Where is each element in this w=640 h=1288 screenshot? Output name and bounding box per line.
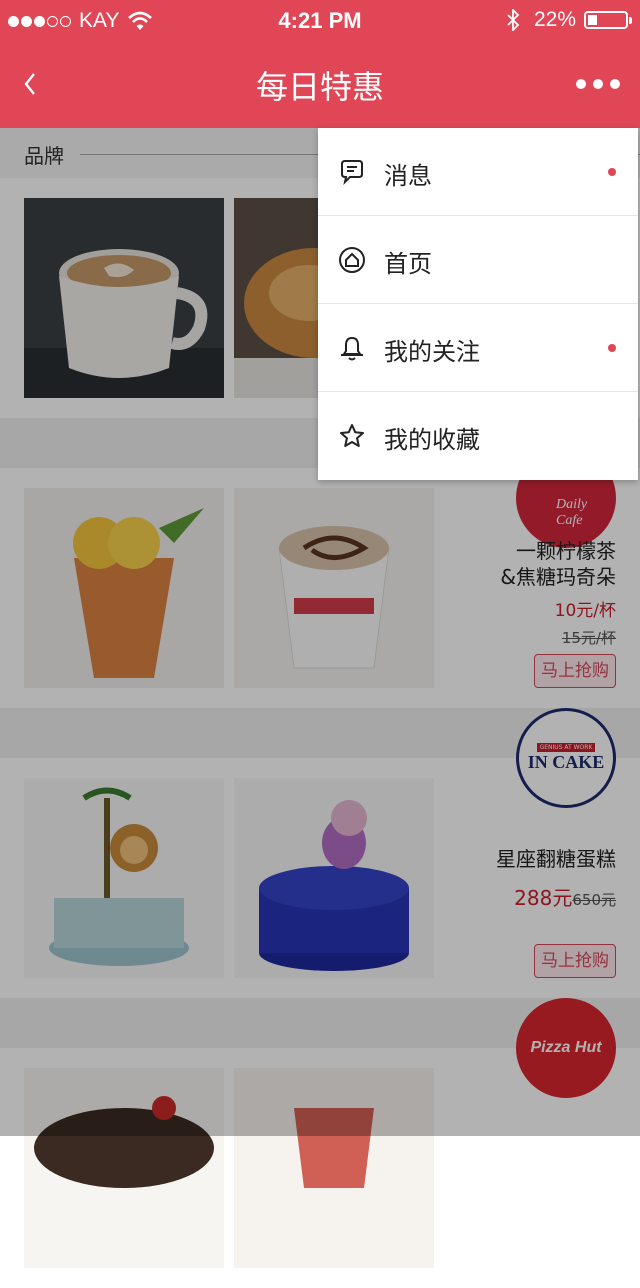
battery-percent: 22%: [533, 8, 576, 31]
nav-bar: 每日特惠: [0, 40, 640, 128]
battery-icon: [584, 11, 632, 29]
menu-item-label: 我的收藏: [384, 426, 480, 454]
menu-item-label: 消息: [384, 162, 432, 190]
status-right: 22%: [506, 8, 632, 32]
menu-item-label: 首页: [384, 250, 432, 278]
status-bar: KAY 4:21 PM 22%: [0, 0, 640, 40]
menu-item-label: 我的关注: [384, 338, 480, 366]
home-icon: [339, 247, 365, 273]
bell-icon: [341, 336, 363, 361]
bluetooth-icon: [507, 9, 520, 31]
menu-item-follows[interactable]: 我的关注: [318, 304, 638, 392]
more-button[interactable]: [576, 72, 620, 96]
menu-item-favorites[interactable]: 我的收藏: [318, 392, 638, 480]
page-title: 每日特惠: [255, 68, 384, 106]
dropdown-menu: 消息 首页 我的关注 我的收藏: [318, 128, 638, 480]
notification-dot: [608, 344, 616, 352]
menu-item-messages[interactable]: 消息: [318, 128, 638, 216]
star-icon: [340, 424, 364, 447]
notification-dot: [608, 168, 616, 176]
chat-bubble-icon: [341, 160, 363, 186]
menu-item-home[interactable]: 首页: [318, 216, 638, 304]
more-dots-icon: [576, 79, 586, 89]
